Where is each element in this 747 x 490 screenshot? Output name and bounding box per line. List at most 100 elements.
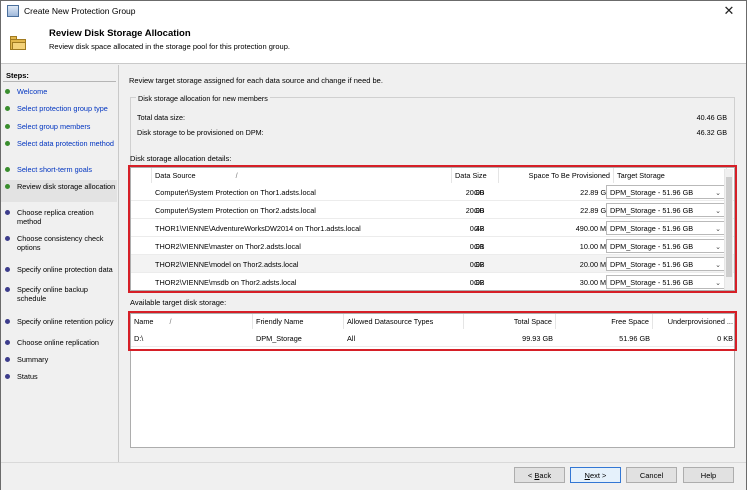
target-storage-dropdown[interactable]: DPM_Storage - 51.96 GB ⌄	[606, 275, 725, 289]
close-icon[interactable]: ✕	[712, 1, 746, 21]
column-header-blank	[131, 168, 152, 183]
step-online-backup-schedule[interactable]: Specify online backup schedule	[1, 285, 117, 303]
step-label: Specify online retention policy	[17, 317, 114, 326]
step-status-icon	[5, 184, 10, 189]
column-header-name[interactable]: Name /	[131, 314, 253, 329]
next-button[interactable]: Next >	[570, 467, 621, 483]
chevron-down-icon: ⌄	[715, 280, 721, 287]
app-icon	[7, 5, 19, 17]
column-header-free-space[interactable]: Free Space	[556, 314, 653, 329]
data-size-unit: GB	[474, 187, 485, 197]
column-label: Space To Be Provisioned	[528, 171, 610, 180]
cancel-button[interactable]: Cancel	[626, 467, 677, 483]
name-cell: D:\	[134, 333, 144, 343]
table-row[interactable]: THOR2\VIENNE\master on Thor2.adsts.local…	[131, 237, 734, 255]
step-label: Select short-term goals	[17, 165, 93, 174]
step-replica-creation[interactable]: Choose replica creation method	[1, 208, 117, 226]
column-label: Name	[134, 317, 154, 326]
sort-icon: /	[169, 317, 172, 326]
data-size-unit: GB	[474, 277, 485, 287]
column-label: Free Space	[611, 317, 649, 326]
step-status-icon	[5, 319, 10, 324]
step-select-group-type[interactable]: Select protection group type	[1, 104, 117, 113]
target-storage-dropdown[interactable]: DPM_Storage - 51.96 GB ⌄	[606, 257, 725, 271]
dropdown-value: DPM_Storage - 51.96 GB	[610, 241, 694, 251]
table-row[interactable]: Computer\System Protection on Thor1.adst…	[131, 183, 734, 201]
wizard-footer: < Back Next > Cancel Help	[1, 462, 746, 490]
column-header-data-source[interactable]: Data Source /	[152, 168, 452, 183]
column-label: Data Size	[455, 171, 487, 180]
table-row[interactable]: Computer\System Protection on Thor2.adst…	[131, 201, 734, 219]
step-welcome[interactable]: Welcome	[1, 87, 117, 96]
data-source-cell: THOR2\VIENNE\master on Thor2.adsts.local	[155, 241, 301, 251]
column-label: Target Storage	[617, 171, 665, 180]
details-scrollbar[interactable]	[724, 169, 733, 290]
intro-text: Review target storage assigned for each …	[129, 76, 383, 85]
step-review-disk-storage[interactable]: Review disk storage allocation	[1, 180, 117, 202]
step-status-icon	[5, 340, 10, 345]
step-select-group-members[interactable]: Select group members	[1, 122, 117, 131]
allocation-details-table: Data Source / Data Size Space To Be Prov…	[130, 167, 735, 291]
dropdown-value: DPM_Storage - 51.96 GB	[610, 187, 694, 197]
scrollbar-thumb[interactable]	[726, 177, 732, 277]
title-bar: Create New Protection Group ✕	[1, 1, 746, 21]
step-status-icon	[5, 374, 10, 379]
step-status-icon	[5, 89, 10, 94]
space-cell: 22.89 GB	[580, 205, 611, 215]
chevron-down-icon: ⌄	[715, 208, 721, 215]
step-status-icon	[5, 167, 10, 172]
folder-icon	[10, 36, 26, 50]
table-row[interactable]: D:\ DPM_Storage All 99.93 GB 51.96 GB 0 …	[131, 329, 734, 347]
available-storage-table: Name / Friendly Name Allowed Datasource …	[130, 313, 735, 448]
step-label: Summary	[17, 355, 49, 364]
step-status-icon	[5, 287, 10, 292]
table-row[interactable]: THOR2\VIENNE\model on Thor2.adsts.local …	[131, 255, 734, 273]
sort-icon: /	[235, 171, 238, 180]
step-online-protection-data[interactable]: Specify online protection data	[1, 265, 117, 274]
data-source-cell: THOR1\VIENNE\AdventureWorksDW2014 on Tho…	[155, 223, 361, 233]
target-storage-dropdown[interactable]: DPM_Storage - 51.96 GB ⌄	[606, 185, 725, 199]
free-space-cell: 51.96 GB	[619, 333, 650, 343]
step-summary[interactable]: Summary	[1, 355, 117, 364]
chevron-down-icon: ⌄	[715, 244, 721, 251]
steps-panel: Steps: Welcome Select protection group t…	[1, 65, 119, 462]
column-header-datasource-types[interactable]: Allowed Datasource Types	[344, 314, 464, 329]
step-label: Status	[17, 372, 38, 381]
step-online-retention-policy[interactable]: Specify online retention policy	[1, 317, 117, 326]
dropdown-value: DPM_Storage - 51.96 GB	[610, 277, 694, 287]
step-label: Choose replica creation method	[17, 208, 94, 226]
step-label: Choose online replication	[17, 338, 99, 347]
data-size-unit: GB	[474, 259, 485, 269]
window-title: Create New Protection Group	[24, 6, 136, 16]
next-rest: ext >	[589, 470, 607, 480]
table-row[interactable]: THOR1\VIENNE\AdventureWorksDW2014 on Tho…	[131, 219, 734, 237]
column-header-data-size[interactable]: Data Size	[452, 168, 499, 183]
total-space-cell: 99.93 GB	[522, 333, 553, 343]
step-label: Select group members	[17, 122, 91, 131]
table-row[interactable]: THOR2\VIENNE\msdb on Thor2.adsts.local 0…	[131, 273, 734, 290]
target-storage-dropdown[interactable]: DPM_Storage - 51.96 GB ⌄	[606, 239, 725, 253]
data-source-cell: Computer\System Protection on Thor2.adst…	[155, 205, 316, 215]
step-select-protection-method[interactable]: Select data protection method	[1, 139, 117, 148]
step-status[interactable]: Status	[1, 372, 117, 381]
new-members-label: Disk storage allocation for new members	[136, 94, 270, 103]
create-protection-group-window: Create New Protection Group ✕ Review Dis…	[0, 0, 747, 490]
step-consistency-check[interactable]: Choose consistency check options	[1, 234, 117, 252]
column-header-target-storage[interactable]: Target Storage	[614, 168, 727, 183]
underprovisioned-cell: 0 KB	[717, 333, 733, 343]
dropdown-value: DPM_Storage - 51.96 GB	[610, 205, 694, 215]
column-header-total-space[interactable]: Total Space	[464, 314, 556, 329]
main-content: Review target storage assigned for each …	[120, 65, 746, 462]
help-button[interactable]: Help	[683, 467, 734, 483]
page-title: Review Disk Storage Allocation	[49, 28, 191, 39]
target-storage-dropdown[interactable]: DPM_Storage - 51.96 GB ⌄	[606, 203, 725, 217]
back-button[interactable]: < Back	[514, 467, 565, 483]
column-header-friendly-name[interactable]: Friendly Name	[253, 314, 344, 329]
step-short-term-goals[interactable]: Select short-term goals	[1, 165, 117, 174]
step-status-icon	[5, 141, 10, 146]
column-header-underprovisioned[interactable]: Underprovisioned ...	[653, 314, 734, 329]
step-online-replication[interactable]: Choose online replication	[1, 338, 117, 347]
column-header-space[interactable]: Space To Be Provisioned	[499, 168, 614, 183]
provision-label: Disk storage to be provisioned on DPM:	[137, 128, 264, 137]
target-storage-dropdown[interactable]: DPM_Storage - 51.96 GB ⌄	[606, 221, 725, 235]
